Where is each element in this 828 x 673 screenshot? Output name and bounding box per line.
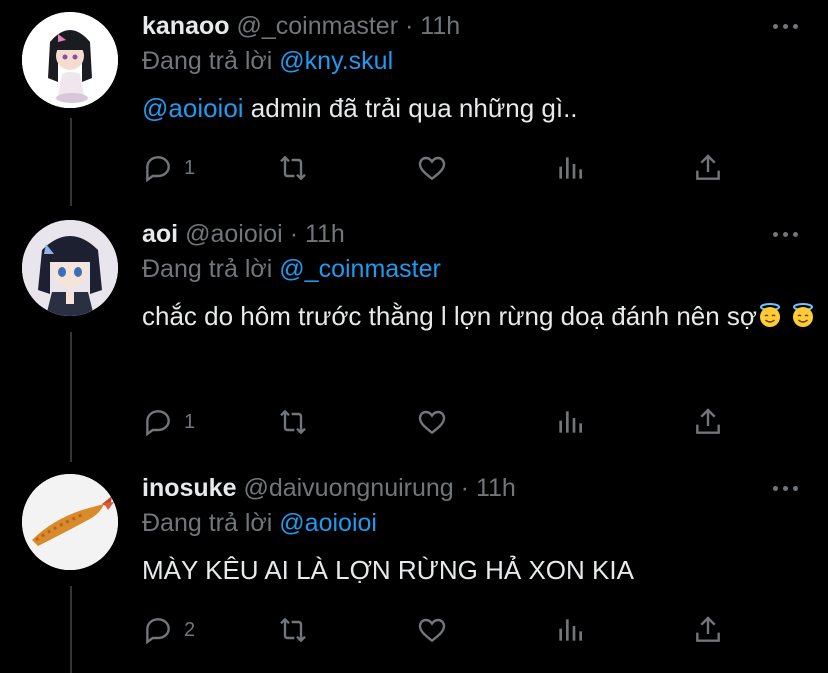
share-icon [696, 408, 720, 434]
tweet-text-content: admin đã trải qua những gì.. [243, 93, 578, 123]
tweet[interactable]: inosuke @daivuongnuirung · 11h Đang trả … [0, 462, 828, 673]
heart-icon [418, 618, 446, 643]
display-name[interactable]: kanaoo [142, 12, 230, 40]
tweet-text: chắc do hôm trước thằng l lợn rừng doạ đ… [142, 296, 822, 336]
analytics-button[interactable] [554, 406, 586, 438]
reply-count: 2 [184, 618, 196, 641]
anime-girl-aoi-avatar [22, 220, 118, 316]
analytics-icon [559, 411, 582, 433]
replying-to-mention[interactable]: @_coinmaster [279, 255, 441, 283]
reply-button[interactable]: 2 [142, 614, 195, 646]
replying-to: Đang trả lời @aoioioi [142, 509, 377, 538]
share-icon [696, 616, 720, 642]
reply-icon [146, 410, 170, 437]
user-handle[interactable]: @daivuongnuirung [243, 474, 453, 502]
display-name[interactable]: aoi [142, 220, 178, 248]
share-icon [696, 154, 720, 180]
action-bar: 1 [142, 406, 742, 442]
timestamp[interactable]: 11h [305, 220, 345, 248]
heart-icon [418, 156, 446, 181]
retweet-button[interactable] [277, 152, 309, 184]
reply-count: 1 [184, 156, 196, 179]
like-button[interactable] [416, 406, 448, 438]
replying-to-mention[interactable]: @kny.skul [279, 47, 393, 75]
separator-dot: · [289, 220, 299, 248]
action-bar: 2 [142, 614, 742, 650]
replying-to: Đang trả lời @kny.skul [142, 47, 393, 76]
reply-button[interactable]: 1 [142, 406, 195, 438]
more-options-icon[interactable] [773, 232, 798, 237]
heart-icon [418, 410, 446, 435]
tweet-header: kanaoo @_coinmaster · 11h [142, 12, 460, 41]
analytics-button[interactable] [554, 152, 586, 184]
analytics-icon [559, 619, 582, 641]
timestamp[interactable]: 11h [420, 12, 460, 40]
analytics-button[interactable] [554, 614, 586, 646]
user-handle[interactable]: @aoioioi [185, 220, 283, 248]
retweet-icon [280, 155, 306, 181]
avatar[interactable] [22, 220, 118, 316]
user-handle[interactable]: @_coinmaster [236, 12, 398, 40]
smiling-face-with-halo-icon [793, 303, 814, 327]
tweet[interactable]: kanaoo @_coinmaster · 11h Đang trả lời @… [0, 0, 828, 210]
anime-girl-kanao-avatar [22, 12, 118, 108]
tweet-header: aoi @aoioioi · 11h [142, 220, 345, 249]
reply-icon [146, 618, 170, 645]
like-button[interactable] [416, 614, 448, 646]
replying-to: Đang trả lời @_coinmaster [142, 255, 441, 284]
reply-button[interactable]: 1 [142, 152, 195, 184]
fried-shrimp-avatar [22, 474, 118, 570]
replying-to-label: Đang trả lời [142, 255, 273, 283]
reply-count: 1 [184, 410, 196, 433]
replying-to-label: Đang trả lời [142, 47, 273, 75]
tweet-header: inosuke @daivuongnuirung · 11h [142, 474, 516, 503]
analytics-icon [559, 157, 582, 179]
retweet-button[interactable] [277, 614, 309, 646]
reply-icon [146, 156, 170, 183]
retweet-icon [280, 617, 306, 643]
display-name[interactable]: inosuke [142, 474, 236, 502]
replying-to-label: Đang trả lời [142, 509, 273, 537]
retweet-icon [280, 409, 306, 435]
tweet-text-content: chắc do hôm trước thằng l lợn rừng doạ đ… [142, 301, 757, 331]
action-bar: 1 [142, 152, 742, 188]
more-options-icon[interactable] [773, 486, 798, 491]
avatar[interactable] [22, 12, 118, 108]
more-options-icon[interactable] [773, 24, 798, 29]
avatar[interactable] [22, 474, 118, 570]
retweet-button[interactable] [277, 406, 309, 438]
like-button[interactable] [416, 152, 448, 184]
smiling-face-with-halo-icon [759, 303, 780, 327]
tweet-text: MÀY KÊU AI LÀ LỢN RỪNG HẢ XON KIA [142, 550, 812, 590]
tweet[interactable]: aoi @aoioioi · 11h Đang trả lời @_coinma… [0, 208, 828, 462]
replying-to-mention[interactable]: @aoioioi [279, 509, 377, 537]
tweet-text: @aoioioi admin đã trải qua những gì.. [142, 88, 812, 128]
share-button[interactable] [692, 152, 724, 184]
separator-dot: · [405, 12, 414, 40]
text-mention[interactable]: @aoioioi [142, 93, 244, 123]
timestamp[interactable]: 11h [476, 474, 516, 502]
separator-dot: · [460, 474, 469, 502]
share-button[interactable] [692, 614, 724, 646]
share-button[interactable] [692, 406, 724, 438]
tweet-text-content: MÀY KÊU AI LÀ LỢN RỪNG HẢ XON KIA [142, 555, 634, 585]
